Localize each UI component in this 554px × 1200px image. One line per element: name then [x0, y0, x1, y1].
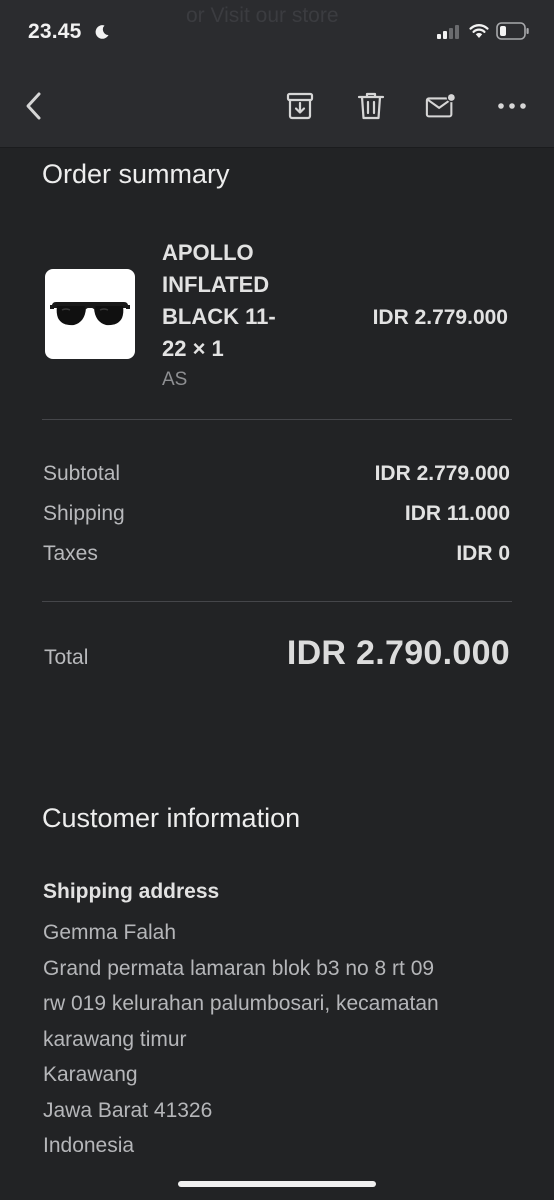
address-line: karawang timur [43, 1027, 187, 1051]
trash-icon [357, 92, 385, 120]
archive-button[interactable] [284, 90, 316, 122]
shipping-address-label: Shipping address [43, 880, 220, 903]
more-icon [498, 103, 526, 109]
product-name: APOLLO INFLATED BLACK 11-22 × 1 [162, 240, 276, 361]
sunglasses-icon [50, 302, 130, 326]
email-body: Order summary APOLLO INFLATED BLACK 11-2… [0, 148, 554, 1200]
shipping-address: Gemma Falah Grand permata lamaran blok b… [43, 915, 523, 1164]
address-line: Indonesia [43, 1134, 135, 1157]
product-image [45, 269, 135, 359]
mark-unread-button[interactable] [425, 90, 457, 122]
taxes-label: Taxes [43, 542, 98, 565]
total-label: Total [44, 646, 89, 669]
back-button[interactable] [18, 90, 50, 122]
subtotal-value: IDR 2.779.000 [374, 462, 510, 485]
status-time: 23.45 [28, 20, 82, 43]
address-line: Karawang [43, 1063, 138, 1086]
back-chevron-icon [26, 92, 41, 120]
divider [42, 601, 512, 602]
customer-information-heading: Customer information [42, 803, 301, 833]
address-line: Jawa Barat 41326 [43, 1098, 213, 1122]
archive-icon [286, 92, 314, 120]
moon-icon [94, 24, 110, 40]
wifi-icon [469, 23, 489, 44]
cellular-signal-icon [437, 25, 461, 44]
product-price: IDR 2.779.000 [372, 306, 508, 329]
home-indicator[interactable] [178, 1181, 376, 1187]
background-ghost-text: or Visit our store [186, 4, 339, 27]
address-line: Gemma Falah [43, 921, 177, 944]
top-bar: 23.45 or Visit our store [0, 0, 554, 148]
total-value: IDR 2.790.000 [286, 634, 510, 672]
taxes-value: IDR 0 [456, 542, 510, 565]
address-line: Grand permata lamaran blok b3 no 8 rt 09 [43, 956, 435, 980]
delete-button[interactable] [355, 90, 387, 122]
address-line: rw 019 kelurahan palumbosari, kecamatan [43, 992, 439, 1015]
battery-icon [496, 22, 530, 45]
shipping-label: Shipping [43, 502, 125, 525]
order-summary-heading: Order summary [42, 159, 230, 189]
divider [42, 419, 512, 420]
mark-unread-icon [425, 92, 457, 118]
more-button[interactable] [496, 90, 528, 122]
product-variant: AS [162, 369, 188, 390]
shipping-value: IDR 11.000 [404, 502, 510, 525]
subtotal-label: Subtotal [43, 462, 121, 485]
email-screen: 23.45 or Visit our store Order summary A… [0, 0, 554, 1200]
